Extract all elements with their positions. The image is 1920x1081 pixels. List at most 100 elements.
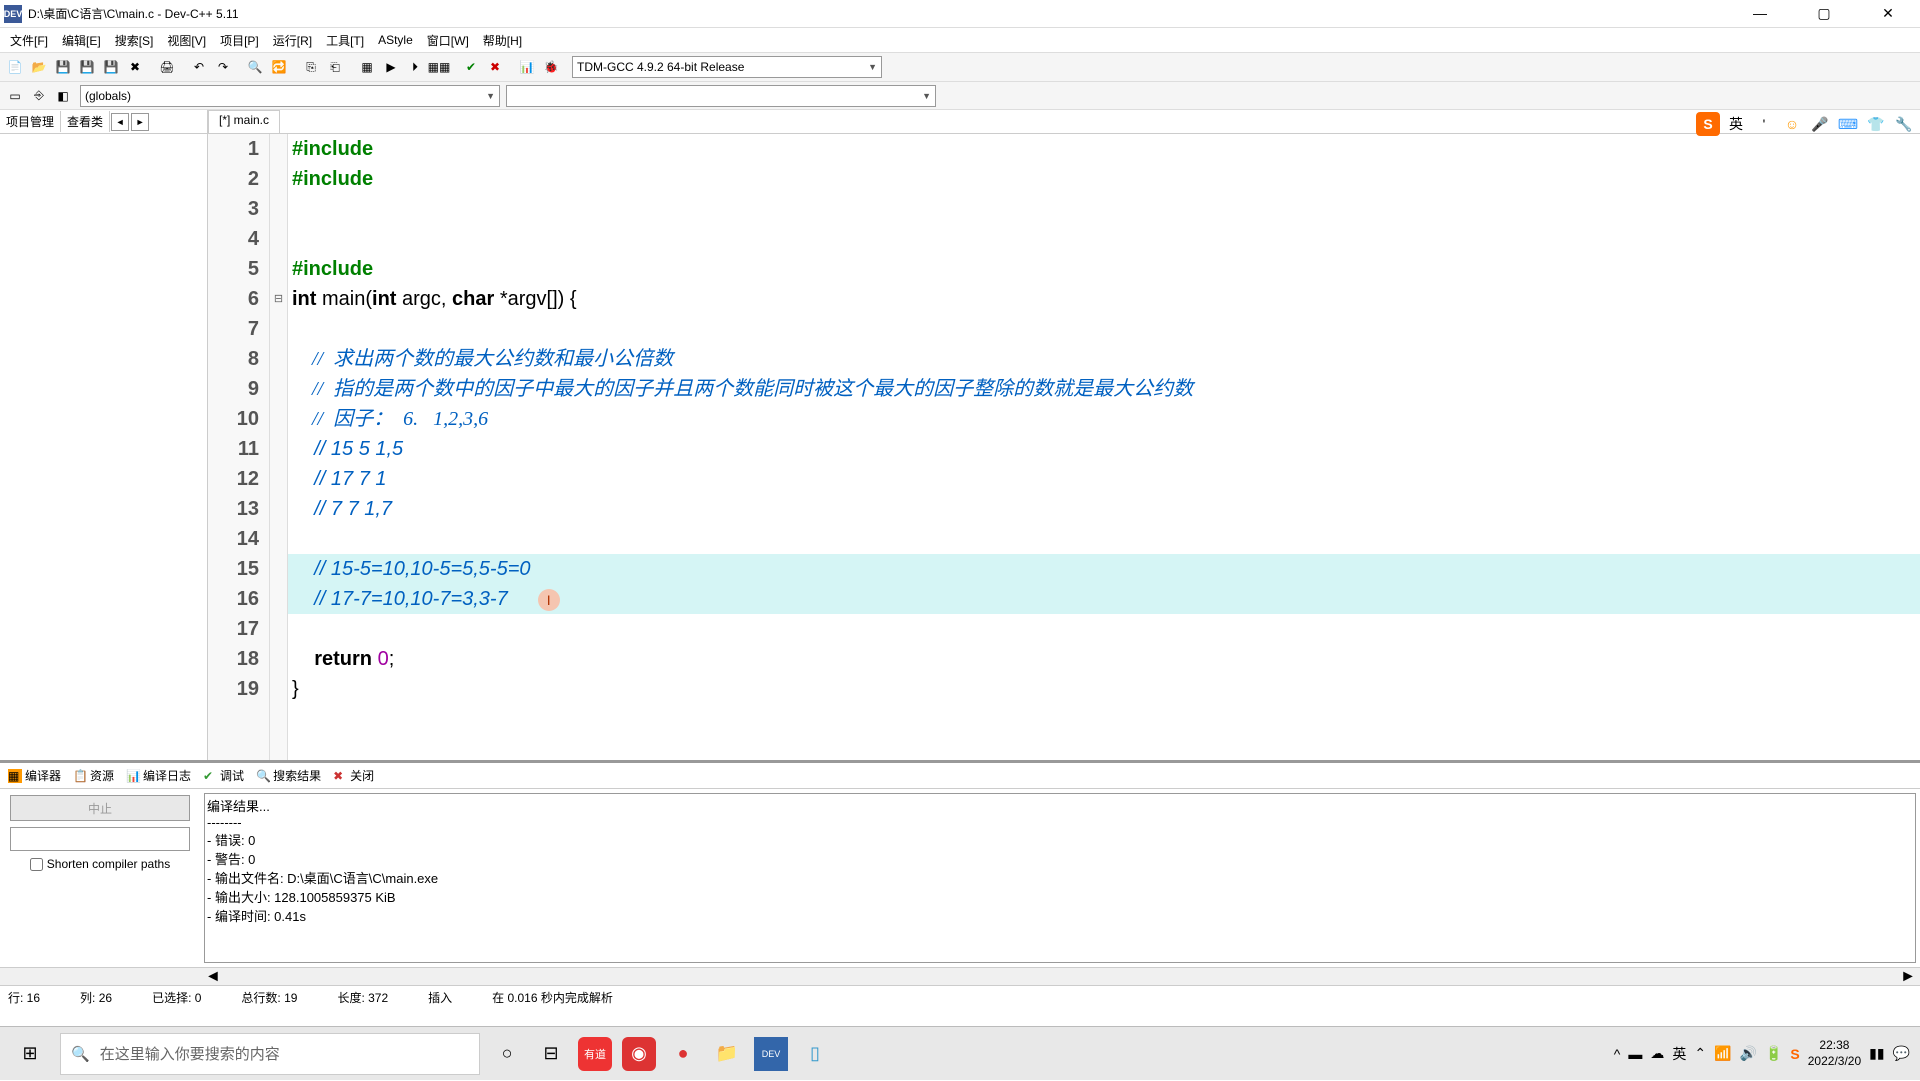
tab-resource[interactable]: 📋资源	[69, 765, 118, 786]
app-icon: DEV	[4, 5, 22, 23]
toggle-button[interactable]: ◧	[52, 85, 74, 107]
tab-search-result[interactable]: 🔍搜索结果	[252, 765, 325, 786]
tray-onedrive-icon[interactable]: ☁	[1650, 1045, 1664, 1062]
nav-prev-button[interactable]: ◄	[111, 113, 129, 131]
left-panel-tabs: 项目管理 查看类 ◄ ►	[0, 110, 207, 134]
app-window-icon[interactable]: ▯	[798, 1037, 832, 1071]
tray-bluetooth-icon[interactable]: ⌃	[1694, 1045, 1706, 1062]
start-button[interactable]: ⊞	[0, 1027, 60, 1081]
ime-voice-icon[interactable]: 🎤	[1808, 112, 1832, 136]
run-button[interactable]: ▶	[380, 56, 402, 78]
taskview-icon[interactable]: ⊟	[534, 1037, 568, 1071]
replace-button[interactable]: 🔁	[268, 56, 290, 78]
rebuild-button[interactable]: ▦▦	[428, 56, 450, 78]
menu-tools[interactable]: 工具[T]	[320, 30, 370, 51]
compile-button[interactable]: ▦	[356, 56, 378, 78]
tray-battery-icon[interactable]: ▬	[1628, 1046, 1642, 1062]
app-explorer-icon[interactable]: 📁	[710, 1037, 744, 1071]
nav-next-button[interactable]: ►	[131, 113, 149, 131]
compiler-select[interactable]: TDM-GCC 4.9.2 64-bit Release ▼	[572, 56, 882, 78]
save-as-button[interactable]: 💾	[100, 56, 122, 78]
menu-project[interactable]: 项目[P]	[214, 30, 265, 51]
app-record-icon[interactable]: ●	[666, 1037, 700, 1071]
menu-view[interactable]: 视图[V]	[161, 30, 212, 51]
minimize-button[interactable]: —	[1740, 5, 1780, 22]
cortana-icon[interactable]: ○	[490, 1037, 524, 1071]
save-button[interactable]: 💾	[52, 56, 74, 78]
save-all-button[interactable]: 💾	[76, 56, 98, 78]
editor-tab-mainc[interactable]: [*] main.c	[208, 110, 280, 133]
scope-select[interactable]: (globals) ▼	[80, 85, 500, 107]
new-project-button[interactable]: ▭	[4, 85, 26, 107]
print-button[interactable]: 🖨	[156, 56, 178, 78]
compile-run-button[interactable]: ⏵	[404, 56, 426, 78]
shorten-paths-checkbox[interactable]: Shorten compiler paths	[30, 857, 170, 871]
tab-compiler[interactable]: ▦编译器	[4, 765, 65, 786]
goto-button[interactable]: ⎘	[300, 56, 322, 78]
profile2-button[interactable]: 🐞	[540, 56, 562, 78]
profile-button[interactable]: 📊	[516, 56, 538, 78]
path-input[interactable]	[10, 827, 190, 851]
function-select[interactable]: ▼	[506, 85, 936, 107]
stop-debug-button[interactable]: ✖	[484, 56, 506, 78]
find-button[interactable]: 🔍	[244, 56, 266, 78]
tab-compile-log[interactable]: 📊编译日志	[122, 765, 195, 786]
new-file-button[interactable]: 📄	[4, 56, 26, 78]
tray-chevron-icon[interactable]: ^	[1614, 1046, 1621, 1062]
maximize-button[interactable]: ▢	[1804, 5, 1844, 22]
abort-button[interactable]: 中止	[10, 795, 190, 821]
open-button[interactable]: 📂	[28, 56, 50, 78]
ime-tool-icon[interactable]: 🔧	[1892, 112, 1916, 136]
tray-sogou-icon[interactable]: S	[1790, 1046, 1799, 1062]
app-netease-icon[interactable]: ◉	[622, 1037, 656, 1071]
tab-debug[interactable]: ✔调试	[199, 765, 248, 786]
undo-button[interactable]: ↶	[188, 56, 210, 78]
bookmark-button[interactable]: ⎗	[324, 56, 346, 78]
tray-volume-icon[interactable]: 🔊	[1740, 1045, 1757, 1062]
menu-search[interactable]: 搜索[S]	[109, 30, 160, 51]
tray-app1-icon[interactable]: ▮▮	[1869, 1045, 1884, 1062]
close-file-button[interactable]: ✖	[124, 56, 146, 78]
code-content[interactable]: #include #include #includeint main(int a…	[288, 134, 1920, 760]
app-youdao-icon[interactable]: 有道	[578, 1037, 612, 1071]
tab-close[interactable]: ✖关闭	[329, 765, 378, 786]
compile-output[interactable]: 编译结果... -------- - 错误: 0 - 警告: 0 - 输出文件名…	[204, 793, 1916, 963]
insert-button[interactable]: ⎆	[28, 85, 50, 107]
ime-keyboard-icon[interactable]: ⌨	[1836, 112, 1860, 136]
ime-punct-icon[interactable]: '	[1752, 112, 1776, 136]
menu-help[interactable]: 帮助[H]	[477, 30, 528, 51]
taskbar-search[interactable]: 🔍 在这里输入你要搜索的内容	[60, 1033, 480, 1075]
bottom-left-controls: 中止 Shorten compiler paths	[0, 789, 200, 967]
debug-button[interactable]: ✔	[460, 56, 482, 78]
tray-wifi-icon[interactable]: 📶	[1714, 1045, 1731, 1062]
tab-project-manager[interactable]: 项目管理	[0, 111, 61, 132]
redo-button[interactable]: ↷	[212, 56, 234, 78]
menu-edit[interactable]: 编辑[E]	[56, 30, 107, 51]
menu-astyle[interactable]: AStyle	[372, 31, 419, 49]
tray-power-icon[interactable]: 🔋	[1765, 1045, 1782, 1062]
tab-class-view[interactable]: 查看类	[61, 111, 110, 132]
sogou-ime-icon[interactable]: S	[1696, 112, 1720, 136]
chevron-down-icon: ▼	[922, 91, 931, 101]
bottom-hscrollbar[interactable]: ◄►	[0, 967, 1920, 985]
ime-toolbar: S 英 ' ☺ 🎤 ⌨ 👕 🔧	[1696, 112, 1916, 136]
ime-lang-indicator[interactable]: 英	[1724, 112, 1748, 136]
ime-skin-icon[interactable]: 👕	[1864, 112, 1888, 136]
menu-run[interactable]: 运行[R]	[267, 30, 318, 51]
ime-emoji-icon[interactable]: ☺	[1780, 112, 1804, 136]
menubar: 文件[F] 编辑[E] 搜索[S] 视图[V] 项目[P] 运行[R] 工具[T…	[0, 28, 1920, 52]
tray-notification-icon[interactable]: 💬	[1893, 1045, 1910, 1062]
menu-window[interactable]: 窗口[W]	[421, 30, 475, 51]
status-line: 行: 16	[8, 989, 40, 1006]
resource-icon: 📋	[73, 769, 87, 783]
menu-file[interactable]: 文件[F]	[4, 30, 54, 51]
tray-lang-icon[interactable]: 英	[1672, 1044, 1686, 1064]
code-editor[interactable]: 12345678910111213141516171819 ⊟ #include…	[208, 134, 1920, 760]
fold-gutter: ⊟	[270, 134, 288, 760]
close-button[interactable]: ✕	[1868, 5, 1908, 22]
window-titlebar: DEV D:\桌面\C语言\C\main.c - Dev-C++ 5.11 — …	[0, 0, 1920, 28]
status-sel: 已选择: 0	[152, 989, 201, 1006]
search-icon: 🔍	[71, 1045, 90, 1063]
taskbar-clock[interactable]: 22:38 2022/3/20	[1808, 1038, 1861, 1069]
app-devcpp-icon[interactable]: DEV	[754, 1037, 788, 1071]
